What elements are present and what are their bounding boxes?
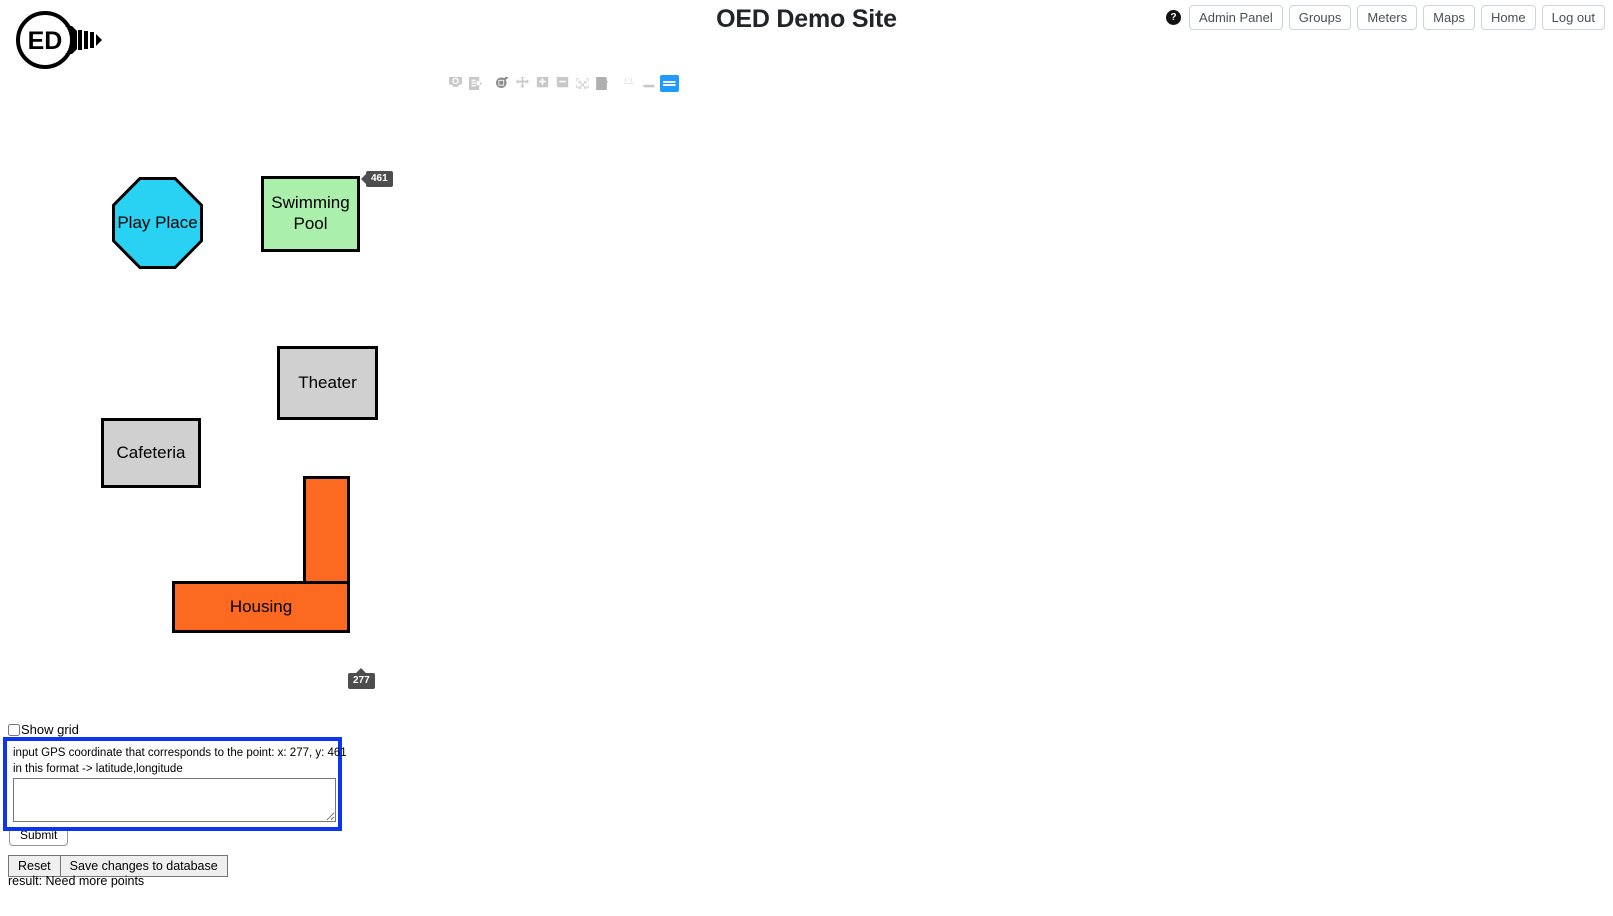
download-plot-as-png-icon[interactable] xyxy=(446,75,465,92)
show-grid-checkbox[interactable] xyxy=(8,723,20,736)
map-shape-swimming-pool[interactable]: Swimming Pool xyxy=(261,176,360,252)
nav-maps[interactable]: Maps xyxy=(1423,5,1475,30)
map-shape-housing-label: Housing xyxy=(229,596,293,616)
reset-axes-home-icon[interactable] xyxy=(593,75,612,92)
toggle-spike-lines-icon[interactable] xyxy=(620,75,639,92)
map-shape-swimming-pool-label: Swimming Pool xyxy=(271,193,350,233)
nav-groups[interactable]: Groups xyxy=(1288,5,1352,30)
nav-admin-panel[interactable]: Admin Panel xyxy=(1189,5,1283,30)
gps-prompt-line-1: input GPS coordinate that corresponds to… xyxy=(13,747,347,759)
help-icon[interactable]: ? xyxy=(1166,10,1182,25)
plotly-modebar xyxy=(446,74,679,92)
map-shape-play-place-label: Play Place xyxy=(117,212,198,232)
map-shape-theater[interactable]: Theater xyxy=(277,346,378,420)
gps-coordinate-input[interactable] xyxy=(13,778,336,822)
edit-in-chart-studio-icon[interactable] xyxy=(466,75,485,92)
map-shape-theater-label: Theater xyxy=(298,372,357,392)
show-grid-label[interactable]: Show grid xyxy=(21,722,79,737)
gps-prompt-line-2: in this format -> latitude,longitude xyxy=(13,763,183,775)
gps-input-panel: input GPS coordinate that corresponds to… xyxy=(3,737,347,831)
map-shape-cafeteria-label: Cafeteria xyxy=(116,442,186,462)
show-closest-data-icon[interactable] xyxy=(640,75,659,92)
map-plot-area[interactable]: Play Place Swimming Pool Theater Cafeter… xyxy=(0,100,1613,710)
nav-meters[interactable]: Meters xyxy=(1357,5,1418,30)
hover-tooltip-x: 277 xyxy=(348,673,375,689)
map-shape-housing[interactable]: Housing xyxy=(172,581,350,633)
map-shape-cafeteria[interactable]: Cafeteria xyxy=(101,418,201,488)
top-navigation: ? Admin Panel Groups Meters Maps Home Lo… xyxy=(1166,5,1605,30)
map-shape-housing-tower[interactable] xyxy=(303,476,350,586)
zoom-in-icon[interactable] xyxy=(533,75,552,92)
show-grid-row: Show grid xyxy=(8,722,79,737)
pan-icon[interactable] xyxy=(513,75,532,92)
zoom-icon[interactable] xyxy=(493,75,512,92)
autoscale-icon[interactable] xyxy=(573,75,592,92)
nav-home[interactable]: Home xyxy=(1480,5,1536,30)
zoom-out-icon[interactable] xyxy=(553,75,572,92)
hover-tooltip-y: 461 xyxy=(366,171,393,187)
result-status-text: result: Need more points xyxy=(8,874,145,888)
demo-map-page: ED OED Demo Site ? Admin Panel Groups Me… xyxy=(0,0,1613,916)
compare-data-on-hover-icon[interactable] xyxy=(660,74,679,92)
nav-log-out[interactable]: Log out xyxy=(1541,5,1605,30)
